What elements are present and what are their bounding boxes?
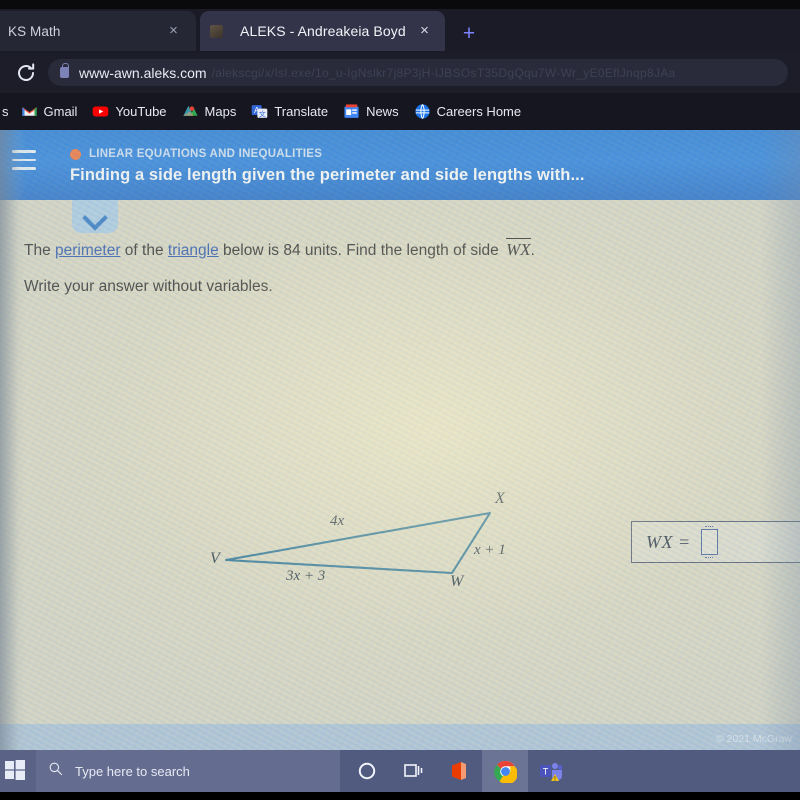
- photo-left-shadow: [0, 130, 26, 750]
- tab-strip: KS Math × ALEKS - Andreakeia Boyd × +: [0, 9, 800, 53]
- perimeter-link[interactable]: perimeter: [55, 242, 120, 259]
- photo-right-shadow: [760, 130, 800, 750]
- chrome-icon[interactable]: [482, 750, 528, 792]
- answer-input[interactable]: [700, 526, 718, 558]
- tab-favicon-icon: [210, 24, 223, 38]
- tab-close-icon[interactable]: ×: [416, 22, 433, 39]
- triangle-figure: V X W 4x 3x + 3 x + 1: [190, 480, 530, 600]
- collapse-header-button[interactable]: [72, 200, 118, 233]
- youtube-icon: [92, 103, 109, 120]
- windows-start-icon[interactable]: [4, 759, 28, 783]
- topic-row: LINEAR EQUATIONS AND INEQUALITIES: [70, 148, 322, 160]
- aleks-header: LINEAR EQUATIONS AND INEQUALITIES Findin…: [0, 130, 800, 200]
- tab-close-icon[interactable]: ×: [165, 22, 182, 39]
- svg-text:文: 文: [259, 109, 266, 118]
- question-text-c: below is 84 units. Find the length of si…: [218, 242, 504, 259]
- bookmark-partial[interactable]: s: [0, 104, 9, 119]
- screen-bezel-top: [0, 0, 800, 9]
- bookmark-label: YouTube: [115, 104, 167, 119]
- new-tab-button[interactable]: +: [459, 23, 479, 44]
- screenshot-root: KS Math × ALEKS - Andreakeia Boyd × + ww…: [0, 0, 800, 800]
- page-bottom-band: © 2021 McGraw: [0, 724, 800, 750]
- bookmark-translate[interactable]: A 文 Translate: [251, 103, 328, 120]
- copyright-label: © 2021 McGraw: [715, 733, 792, 745]
- taskbar-search-box[interactable]: Type here to search: [36, 750, 340, 792]
- taskbar-icons: T !: [344, 750, 574, 792]
- answer-box[interactable]: WX =: [631, 521, 800, 563]
- bookmark-news[interactable]: News: [343, 103, 399, 120]
- bookmarks-bar: s Gmail YouTube Maps A 文 Translate News …: [0, 93, 800, 130]
- question-line-2: Write your answer without variables.: [24, 278, 273, 295]
- bookmark-maps[interactable]: Maps: [182, 103, 237, 120]
- bookmark-careers-home[interactable]: Careers Home: [414, 103, 522, 120]
- bookmark-label: s: [2, 104, 9, 119]
- browser-chrome: KS Math × ALEKS - Andreakeia Boyd × + ww…: [0, 0, 800, 130]
- lock-icon: [60, 63, 69, 78]
- svg-text:T: T: [543, 767, 549, 777]
- bookmark-label: Careers Home: [436, 104, 522, 119]
- triangle-link[interactable]: triangle: [168, 242, 219, 259]
- screen-bezel-bottom: [0, 792, 800, 800]
- address-bar[interactable]: www-awn.aleks.com /alekscgi/x/Isl.exe/1o…: [48, 59, 788, 86]
- translate-icon: A 文: [251, 103, 268, 120]
- triangle-svg: [224, 511, 492, 575]
- vertex-label-v: V: [210, 550, 220, 567]
- bookmark-gmail[interactable]: Gmail: [21, 103, 78, 120]
- answer-label: WX =: [646, 531, 691, 552]
- topic-status-dot-icon: [70, 148, 81, 160]
- segment-wx-label: WX: [506, 238, 531, 259]
- task-view-icon[interactable]: [390, 750, 436, 792]
- aleks-page: LINEAR EQUATIONS AND INEQUALITIES Findin…: [0, 130, 800, 750]
- vertex-label-x: X: [495, 490, 505, 507]
- question-line-1: The perimeter of the triangle below is 8…: [24, 238, 535, 260]
- windows-taskbar: Type here to search T !: [0, 750, 800, 792]
- screen-glare: [0, 130, 800, 750]
- address-bar-url: www-awn.aleks.com: [79, 64, 207, 81]
- maps-icon: [182, 103, 199, 120]
- page-title: Finding a side length given the perimete…: [70, 166, 585, 184]
- taskbar-left-group: Type here to search: [0, 750, 340, 792]
- side-label-vw: 3x + 3: [286, 568, 326, 584]
- teams-icon[interactable]: T !: [528, 750, 574, 792]
- bookmark-label: Maps: [204, 104, 237, 119]
- vertex-label-w: W: [450, 573, 464, 590]
- taskbar-search-placeholder: Type here to search: [75, 763, 190, 779]
- bookmark-youtube[interactable]: YouTube: [92, 103, 167, 120]
- tab-title: ALEKS - Andreakeia Boyd: [240, 23, 406, 39]
- browser-tab-inactive[interactable]: KS Math ×: [0, 11, 196, 51]
- bookmark-label: Translate: [274, 104, 329, 119]
- globe-icon: [414, 103, 431, 120]
- side-label-wx: x + 1: [474, 542, 506, 558]
- office-icon[interactable]: [436, 750, 482, 792]
- topic-label: LINEAR EQUATIONS AND INEQUALITIES: [89, 148, 323, 160]
- tab-title: KS Math: [8, 23, 61, 39]
- svg-text:!: !: [554, 776, 556, 782]
- side-label-vx: 4x: [330, 513, 345, 529]
- bookmark-label: Gmail: [43, 104, 78, 119]
- gmail-icon: [21, 103, 38, 120]
- question-text-a: The: [24, 242, 56, 259]
- screen-moire-texture: [0, 130, 800, 750]
- chevron-down-icon: [82, 205, 108, 231]
- address-bar-url-remainder: /alekscgi/x/Isl.exe/1o_u-IgNslkr7j8P3jH-…: [211, 65, 676, 80]
- browser-tab-active[interactable]: ALEKS - Andreakeia Boyd ×: [200, 11, 445, 51]
- question-text-b: of the: [120, 242, 168, 259]
- news-icon: [343, 103, 360, 120]
- reload-icon[interactable]: [14, 61, 38, 85]
- omnibox-row: www-awn.aleks.com /alekscgi/x/Isl.exe/1o…: [0, 53, 800, 93]
- hamburger-menu-icon[interactable]: [12, 150, 36, 170]
- cortana-icon[interactable]: [344, 750, 390, 792]
- bookmark-label: News: [366, 104, 399, 119]
- search-icon: [48, 761, 63, 781]
- question-text-d: .: [530, 242, 535, 259]
